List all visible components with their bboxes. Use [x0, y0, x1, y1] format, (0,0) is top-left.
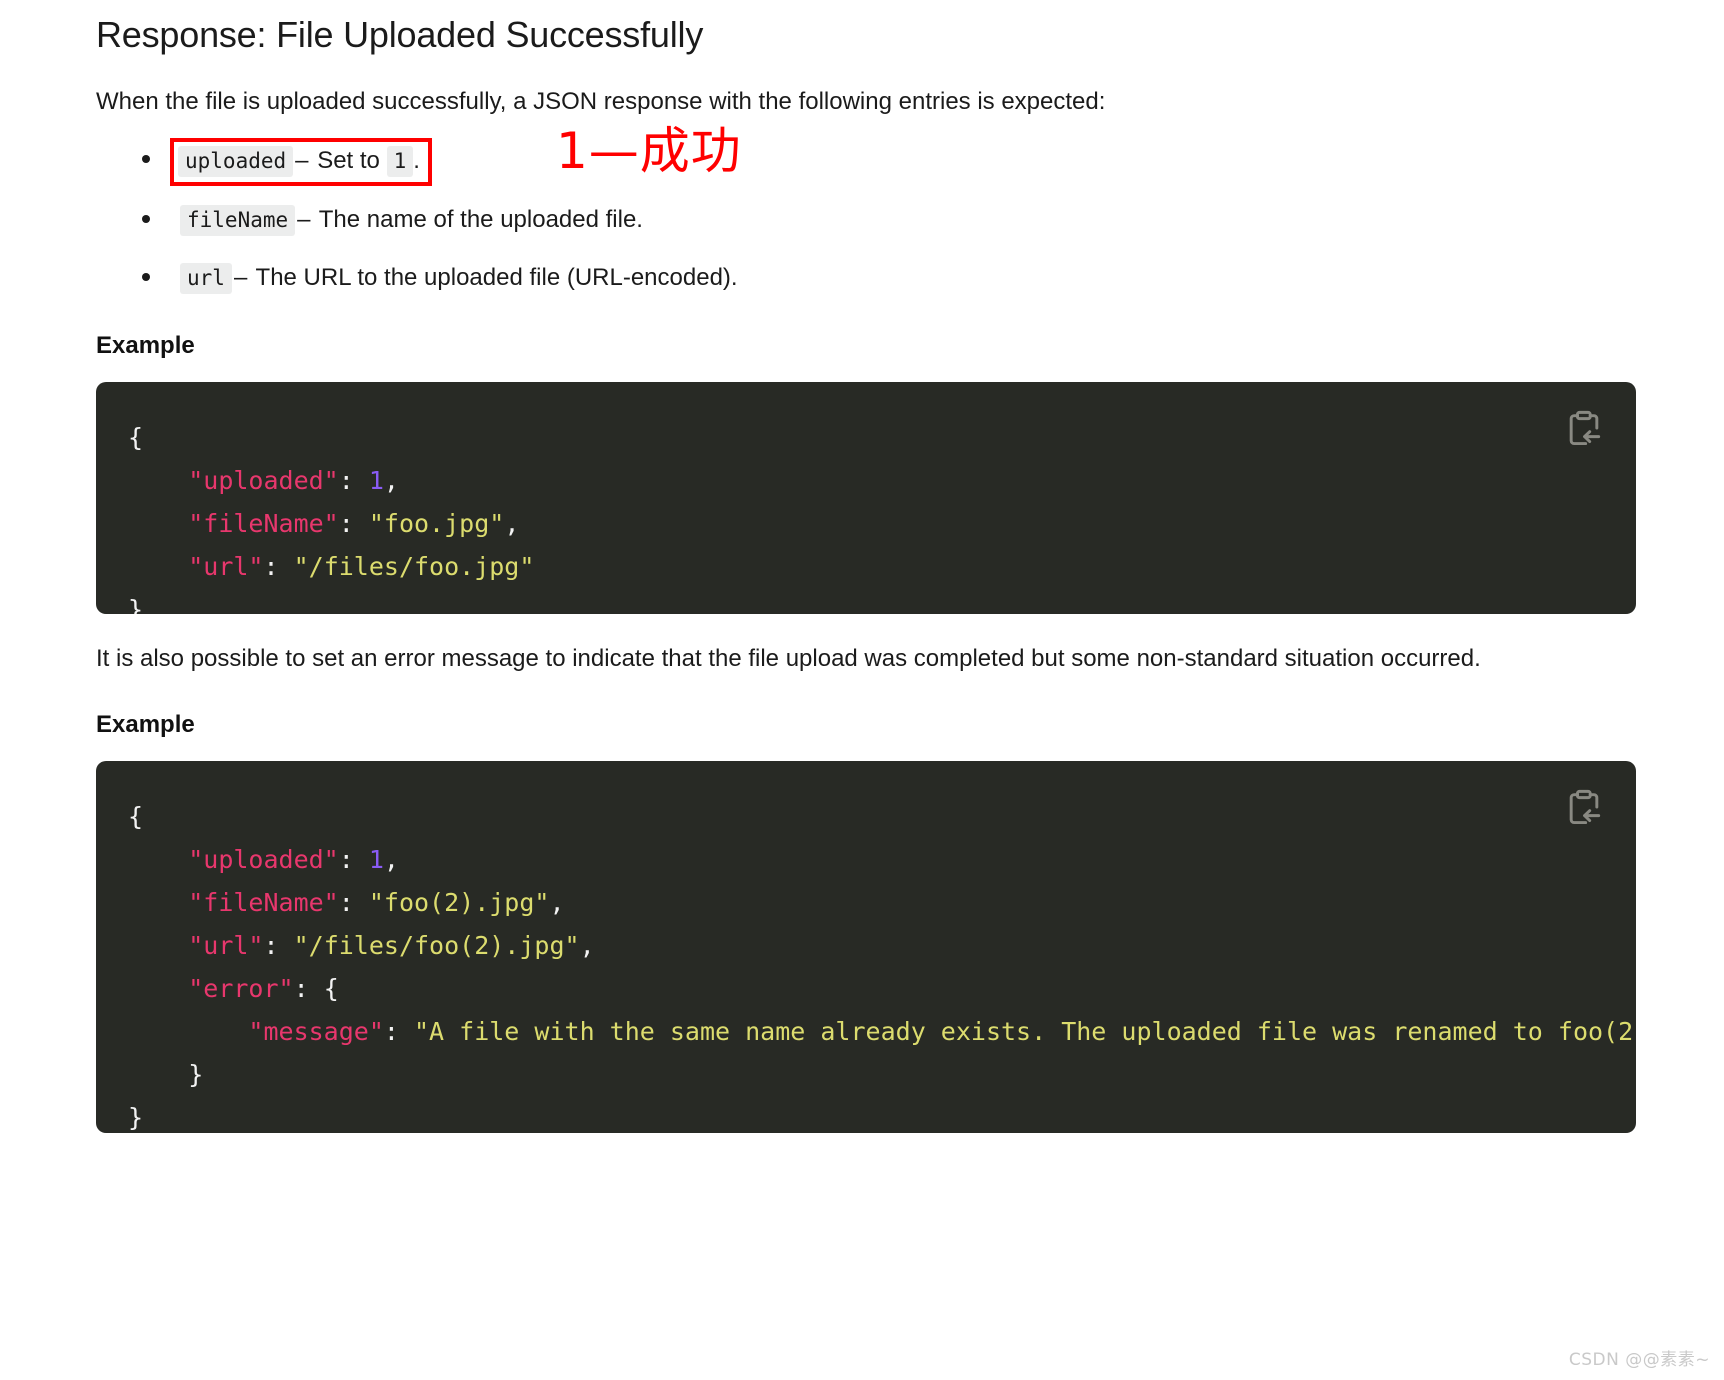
- entry-description: The URL to the uploaded file (URL-encode…: [255, 263, 738, 291]
- list-item: fileName – The name of the uploaded file.: [96, 202, 1636, 240]
- entry-dash: –: [295, 147, 309, 175]
- code-block-error-response: { "uploaded": 1, "fileName": "foo(2).jpg…: [96, 760, 1636, 1133]
- entry-code-uploaded: uploaded: [178, 146, 294, 178]
- copy-to-clipboard-icon[interactable]: [1562, 408, 1606, 452]
- entry-text-after: .: [413, 147, 420, 175]
- list-item: url – The URL to the uploaded file (URL-e…: [96, 260, 1636, 298]
- page-title: Response: File Uploaded Successfully: [96, 14, 704, 55]
- bullet-icon: [142, 214, 150, 223]
- code-content-2: { "uploaded": 1, "fileName": "foo(2).jpg…: [128, 801, 1636, 1132]
- content-column: Response: File Uploaded Successfully Whe…: [96, 0, 1636, 1133]
- bullet-icon: [142, 272, 150, 281]
- documentation-page: Response: File Uploaded Successfully Whe…: [0, 0, 1724, 1380]
- code-block-success-response: { "uploaded": 1, "fileName": "foo.jpg", …: [96, 381, 1636, 614]
- response-entries-list: uploaded – Set to 1. fileName – The name o…: [96, 138, 1636, 298]
- entry-highlight-box: uploaded – Set to 1.: [170, 138, 432, 186]
- bullet-icon: [142, 155, 150, 164]
- entry-inline-value: 1: [386, 146, 414, 178]
- entry-dash: –: [297, 205, 311, 233]
- example-label-2: Example: [96, 710, 195, 738]
- code-content-1: { "uploaded": 1, "fileName": "foo.jpg", …: [128, 422, 535, 614]
- example-label-1: Example: [96, 331, 195, 359]
- entry-code-url: url: [180, 262, 232, 294]
- entry-dash: –: [233, 263, 248, 291]
- list-item: uploaded – Set to 1.: [96, 138, 1636, 186]
- watermark: CSDN @@素素~: [1568, 1350, 1710, 1370]
- entry-text-before: Set to: [317, 147, 380, 175]
- entry-code-filename: fileName: [180, 204, 296, 236]
- middle-paragraph: It is also possible to set an error mess…: [96, 644, 1481, 672]
- red-annotation-text: 1—成功: [556, 122, 742, 180]
- entry-row: url – The URL to the uploaded file (URL-e…: [174, 260, 744, 298]
- entry-description: The name of the uploaded file.: [318, 205, 643, 233]
- entry-row: fileName – The name of the uploaded file.: [174, 202, 649, 240]
- copy-to-clipboard-icon[interactable]: [1562, 787, 1606, 831]
- intro-paragraph: When the file is uploaded successfully, …: [96, 88, 1106, 115]
